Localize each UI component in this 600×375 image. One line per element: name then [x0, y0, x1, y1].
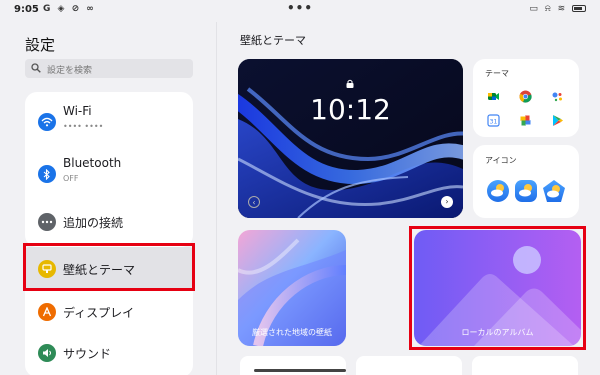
display-icon: [38, 303, 56, 321]
section-title: 壁紙とテーマ: [240, 34, 306, 47]
status-right-icons: ▭ ⍾ ≋: [529, 4, 568, 14]
sound-icon: [38, 344, 56, 362]
search-icon: [31, 63, 41, 73]
settings-sidebar: 設定 設定を検索 Wi-Fi •••• •••• Bluetooth OFF 追…: [0, 22, 216, 375]
panel-divider: [216, 22, 217, 375]
sidebar-item-more-connections[interactable]: 追加の接続: [25, 200, 193, 244]
window-menu-dots[interactable]: •••: [287, 1, 313, 15]
sidebar-item-bluetooth[interactable]: Bluetooth OFF: [25, 152, 193, 196]
wallpaper-card-partial[interactable]: [356, 356, 462, 375]
wallpaper-card-partial[interactable]: [240, 356, 346, 375]
more-dots-icon: [38, 213, 56, 231]
lock-icon: [346, 79, 354, 88]
highlight-box-local-album: [409, 226, 586, 350]
status-notification-icons: G ◈ ⊘ ∞: [43, 4, 96, 14]
page-title: 設定: [25, 36, 56, 54]
sidebar-item-sub: •••• ••••: [63, 122, 104, 131]
sidebar-item-label: Bluetooth: [63, 156, 122, 170]
sidebar-item-display[interactable]: ディスプレイ: [25, 293, 193, 337]
weather-icon: [487, 180, 565, 202]
battery-icon: [572, 5, 586, 12]
status-time: 9:05: [14, 4, 39, 15]
lockscreen-clock: 10:12: [310, 93, 391, 126]
chevron-right-icon[interactable]: ›: [441, 196, 453, 208]
search-input[interactable]: 設定を検索: [25, 59, 193, 78]
lockscreen-preview[interactable]: 10:12 ‹ ›: [238, 59, 463, 218]
status-bar: 9:05 G ◈ ⊘ ∞ ••• ▭ ⍾ ≋: [0, 0, 600, 22]
svg-text:31: 31: [490, 119, 498, 126]
icon-card-label: アイコン: [485, 156, 517, 165]
sidebar-item-label: Wi-Fi: [63, 104, 92, 118]
search-placeholder: 設定を検索: [47, 66, 93, 76]
sidebar-item-label: ディスプレイ: [63, 306, 135, 320]
wallpaper-card-partial[interactable]: [472, 356, 578, 375]
curated-wallpapers-card[interactable]: 厳選された地域の壁紙: [238, 230, 346, 346]
theme-card[interactable]: テーマ 31: [473, 59, 579, 137]
theme-card-label: テーマ: [485, 69, 509, 78]
assistant-app-icon: [551, 88, 564, 102]
gesture-handle[interactable]: [254, 369, 346, 372]
wifi-icon: [38, 113, 56, 131]
connections-card: Wi-Fi •••• •••• Bluetooth OFF 追加の接続: [25, 92, 193, 247]
chevron-left-icon[interactable]: ‹: [248, 196, 260, 208]
play-store-app-icon: [551, 112, 564, 126]
sidebar-item-label: 追加の接続: [63, 216, 124, 230]
sidebar-item-wifi[interactable]: Wi-Fi •••• ••••: [25, 100, 193, 144]
highlight-box-wallpaper-theme: [23, 243, 195, 291]
curated-wallpapers-label: 厳選された地域の壁紙: [252, 328, 332, 337]
photos-app-icon: [519, 112, 532, 126]
chrome-app-icon: [519, 88, 532, 103]
bluetooth-icon: [38, 165, 56, 183]
sidebar-item-label: サウンド: [63, 347, 112, 361]
sidebar-item-sound[interactable]: サウンド: [25, 333, 193, 375]
meet-app-icon: [487, 88, 500, 101]
status-system-icons: ▭ ⍾ ≋: [529, 4, 586, 14]
calendar-app-icon: 31: [487, 112, 500, 127]
icon-style-card[interactable]: アイコン: [473, 145, 579, 218]
sidebar-item-sub: OFF: [63, 174, 79, 183]
